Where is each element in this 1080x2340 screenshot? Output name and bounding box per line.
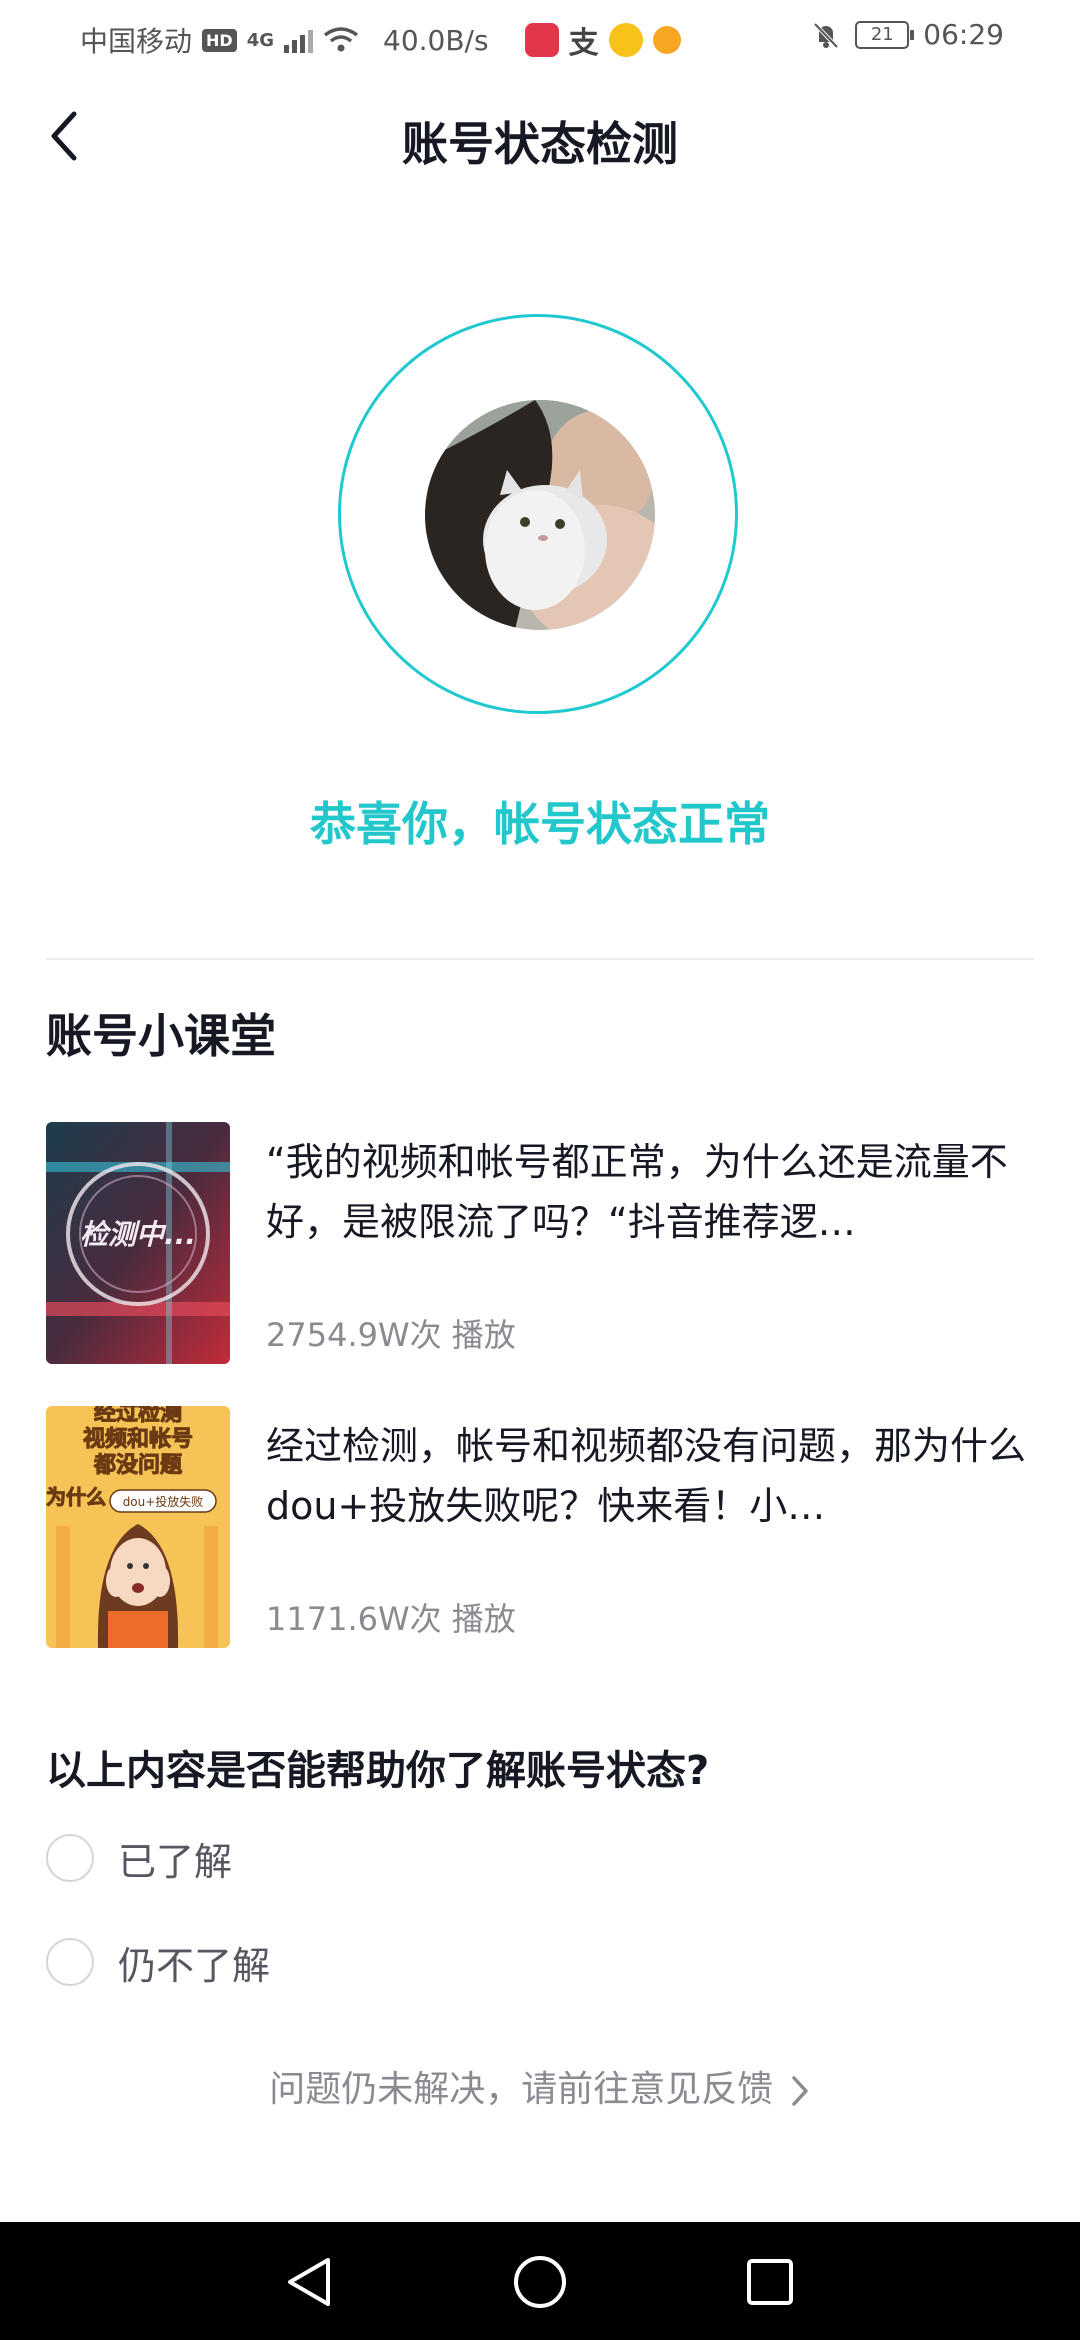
- battery-indicator: 21: [855, 20, 915, 49]
- page-title: 账号状态检测: [402, 117, 678, 171]
- page-header: 账号状态检测: [0, 90, 1080, 180]
- qq-app-icon: [652, 26, 681, 54]
- option-not-understood[interactable]: 仍不了解: [46, 1934, 270, 1990]
- survey-question: 以上内容是否能帮助你了解账号状态?: [46, 1748, 710, 1794]
- lesson-play-count: 1171.6W次 播放: [266, 1600, 516, 1638]
- radio-button[interactable]: [46, 1834, 94, 1882]
- divider: [46, 958, 1034, 960]
- thumb-line: 都没问题: [93, 1453, 183, 1478]
- feedback-link[interactable]: 问题仍未解决，请前往意见反馈: [0, 2060, 1080, 2112]
- carrier-label: 中国移动: [80, 25, 193, 58]
- nav-back-button[interactable]: [282, 2254, 338, 2310]
- status-left: 中国移动 HD 4G 40.0B/s 支: [80, 18, 681, 62]
- nav-recents-button[interactable]: [742, 2254, 798, 2310]
- thumb-line: 为什么: [46, 1485, 106, 1509]
- alipay-icon: 支: [568, 26, 599, 61]
- lesson-item[interactable]: 检测中... “我的视频和帐号都正常，为什么还是流量不好，是被限流了吗？“抖音推…: [46, 1122, 1034, 1364]
- lesson-thumbnail: 检测中...: [46, 1122, 230, 1364]
- thumb-text: 检测中...: [80, 1218, 196, 1251]
- system-nav-bar: [0, 2222, 1080, 2340]
- feedback-label: 问题仍未解决，请前往意见反馈: [269, 2069, 774, 2110]
- avatar: [425, 400, 655, 630]
- status-bar: 中国移动 HD 4G 40.0B/s 支 21 06:29: [0, 0, 1080, 72]
- bell-muted-icon: [813, 22, 839, 48]
- network-type: 4G: [246, 29, 274, 51]
- clock: 06:29: [923, 18, 1004, 51]
- square-recents-icon: [747, 2259, 793, 2305]
- network-speed: 40.0B/s: [383, 23, 489, 57]
- lesson-title: “我的视频和帐号都正常，为什么还是流量不好，是被限流了吗？“抖音推荐逻…: [266, 1140, 1008, 1244]
- avatar-image: [425, 400, 655, 630]
- wifi-icon: [323, 27, 359, 52]
- circle-home-icon: [514, 2256, 566, 2308]
- lessons-section-title: 账号小课堂: [46, 1009, 276, 1063]
- option-label: 已了解: [118, 1839, 233, 1884]
- radio-button[interactable]: [46, 1938, 94, 1986]
- nav-home-button[interactable]: [512, 2254, 568, 2310]
- lesson-play-count: 2754.9W次 播放: [266, 1316, 516, 1354]
- thumb-line: 视频和帐号: [83, 1426, 193, 1452]
- signal-icon: [284, 27, 313, 53]
- lesson-item[interactable]: 经过检测 视频和帐号 都没问题 为什么 dou+投放失败 经过检测，帐号和视频都…: [46, 1406, 1034, 1648]
- thumb-line: 经过检测: [94, 1406, 182, 1426]
- option-label: 仍不了解: [118, 1943, 271, 1988]
- reader-app-icon: [524, 23, 559, 57]
- option-understood[interactable]: 已了解: [46, 1830, 232, 1886]
- hd-badge: HD: [202, 28, 237, 52]
- lesson-thumbnail: 经过检测 视频和帐号 都没问题 为什么 dou+投放失败: [46, 1406, 230, 1648]
- status-right: 21 06:29: [811, 18, 1004, 51]
- weibo-icon: [608, 23, 643, 57]
- triangle-back-icon: [288, 2258, 330, 2306]
- chevron-right-icon: [791, 2076, 808, 2106]
- lesson-title: 经过检测，帐号和视频都没有问题，那为什么dou+投放失败呢？快来看！小…: [266, 1424, 1027, 1528]
- thumb-tag: dou+投放失败: [123, 1494, 204, 1509]
- status-message: 恭喜你，帐号状态正常: [310, 797, 770, 851]
